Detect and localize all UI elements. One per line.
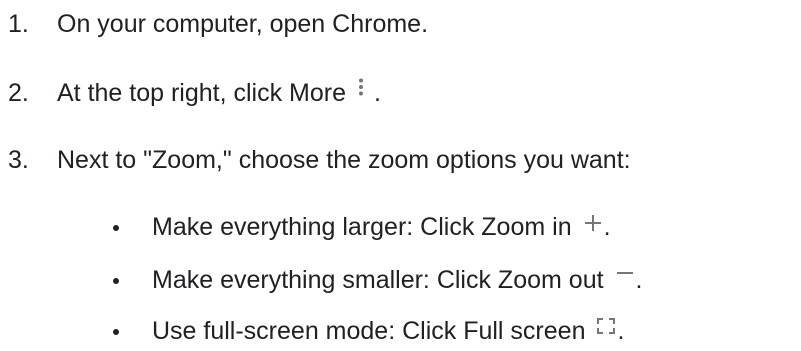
more-vert-icon — [358, 78, 364, 96]
option-text: Make everything larger: Click Zoom in — [152, 213, 572, 241]
fullscreen-icon — [597, 318, 616, 335]
option-text-wrapper: Make everything smaller: Click Zoom out. — [152, 260, 643, 300]
bullet — [113, 329, 119, 335]
option-text-period: . — [635, 266, 643, 294]
step-number: 2. — [8, 79, 29, 107]
step-text-wrapper: At the top right, click More. — [57, 73, 381, 113]
step-text: On your computer, open Chrome. — [57, 10, 429, 38]
option-text-wrapper: Make everything larger: Click Zoom in. — [152, 207, 611, 247]
step-text: Next to "Zoom," choose the zoom options … — [57, 146, 631, 174]
option-text: Make everything smaller: Click Zoom out — [152, 266, 604, 294]
bullet — [113, 225, 119, 231]
zoom-out-minus-icon — [616, 271, 634, 275]
step-text: At the top right, click More — [57, 79, 347, 107]
zoom-in-plus-icon — [584, 214, 602, 232]
bullet — [113, 278, 119, 284]
step-number: 1. — [8, 10, 29, 38]
option-text-wrapper: Use full-screen mode: Click Full screen. — [152, 311, 624, 351]
step-number: 3. — [8, 146, 29, 174]
option-text-period: . — [603, 213, 611, 241]
step-text-period: . — [374, 79, 381, 107]
